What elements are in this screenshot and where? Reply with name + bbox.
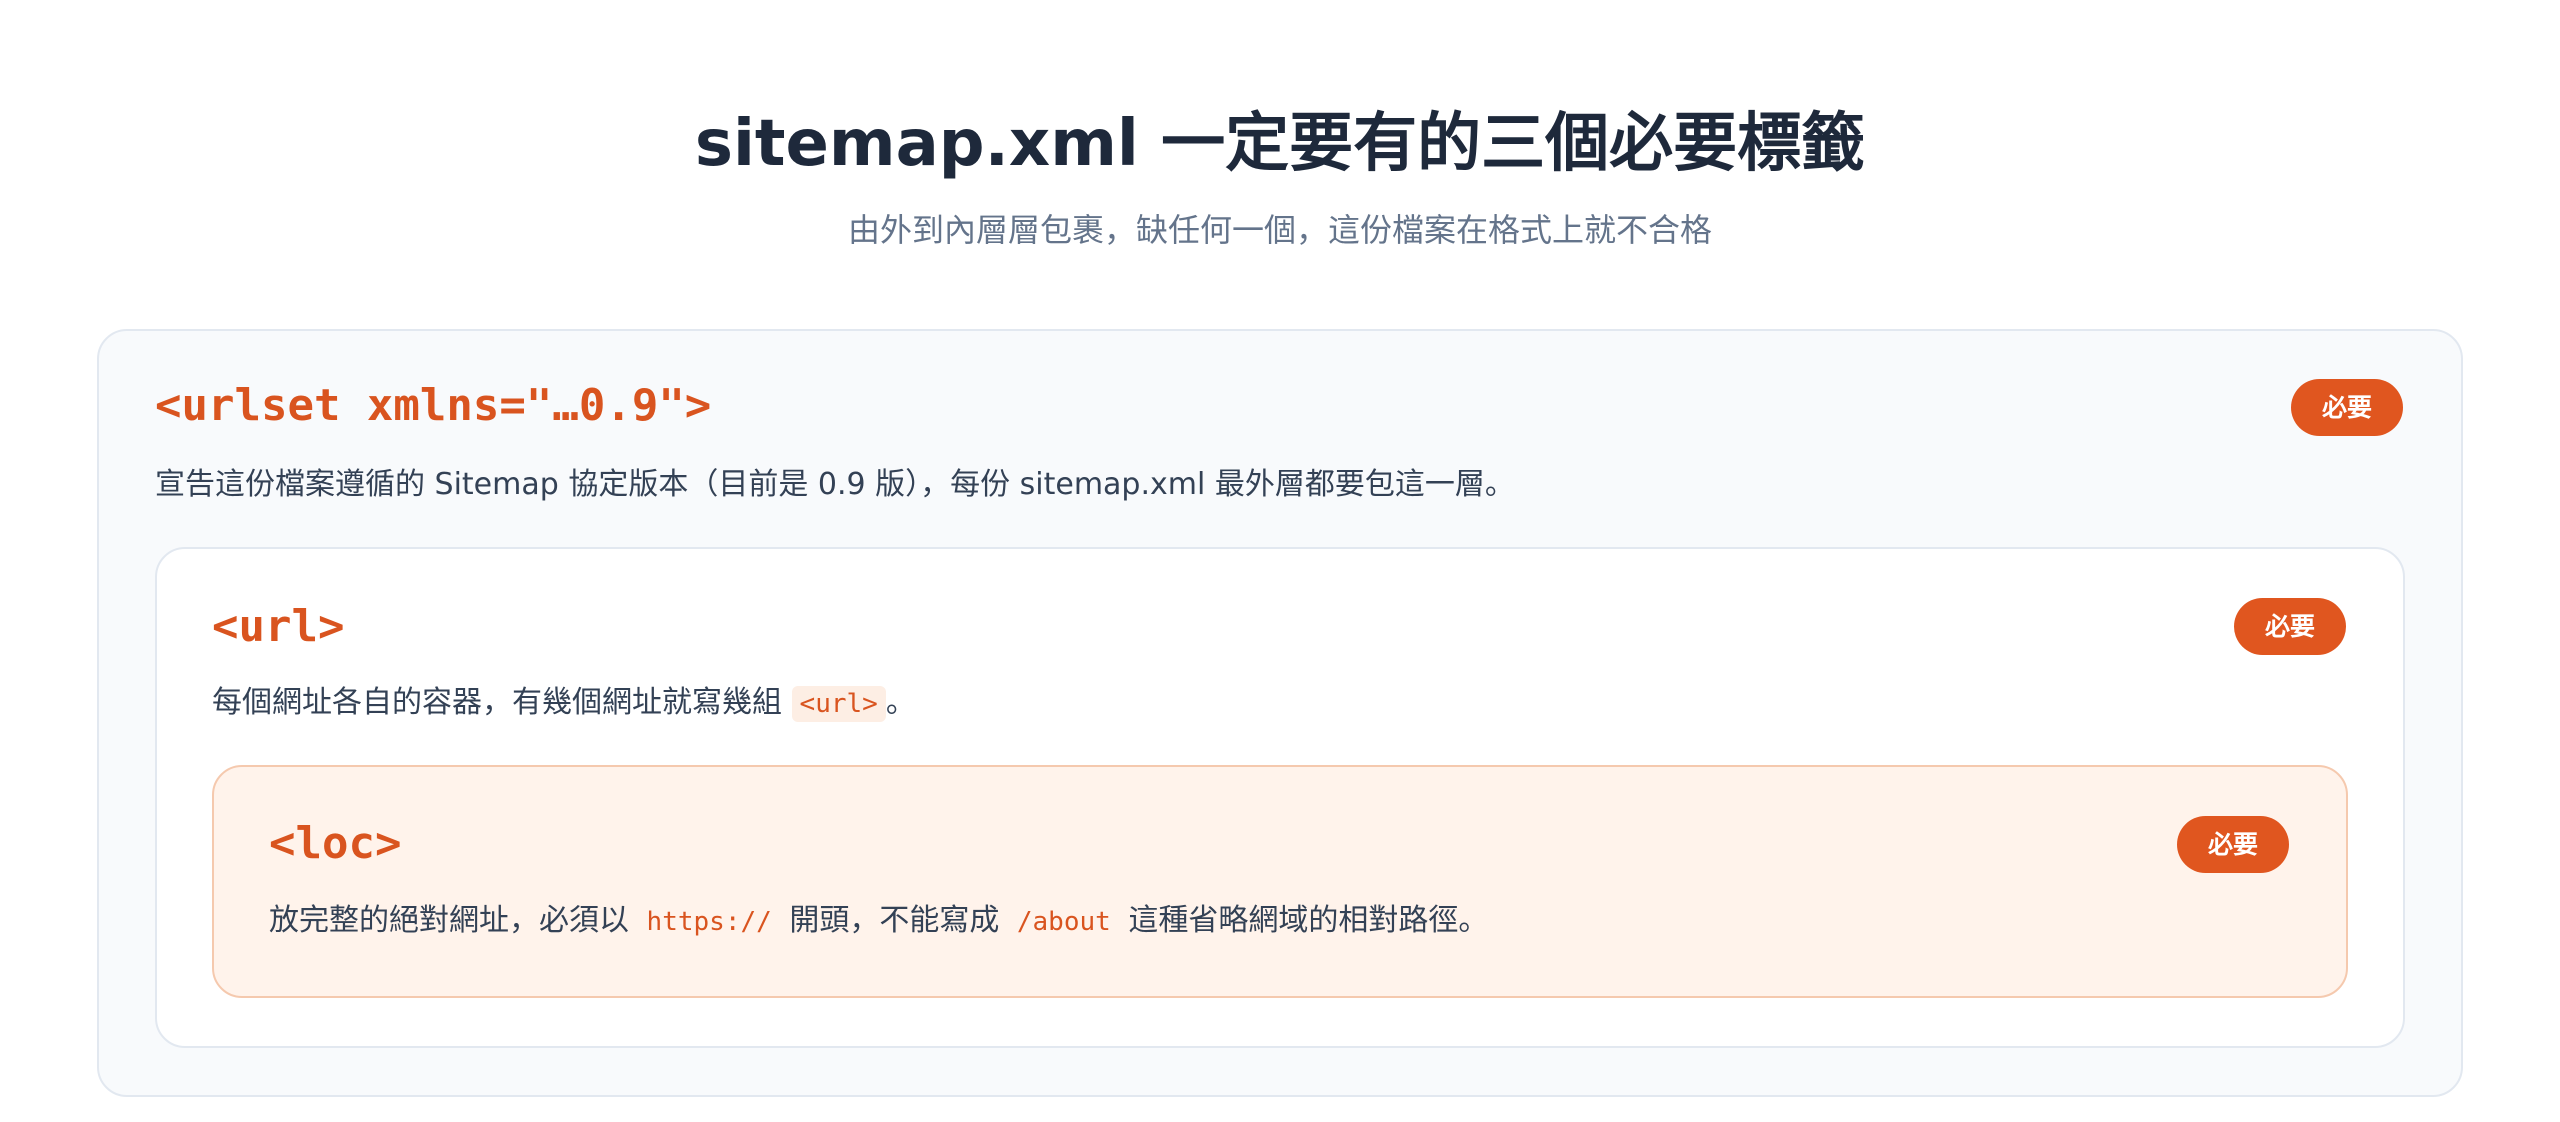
urlset-description: 宣告這份檔案遵循的 Sitemap 協定版本（目前是 0.9 版），每份 sit… xyxy=(155,467,1515,502)
url-inline-code: <url> xyxy=(791,686,886,722)
loc-description-part2: 開頭，不能寫成 xyxy=(789,903,1000,938)
loc-tag-name: <loc> xyxy=(269,818,402,869)
loc-description-part3: 這種省略網域的相對路徑。 xyxy=(1128,903,1489,938)
loc-https-code: https:// xyxy=(646,907,772,937)
page-subtitle: 由外到內層層包裹，缺任何一個，這份檔案在格式上就不合格 xyxy=(847,211,1712,249)
loc-description: 放完整的絕對網址，必須以 https:// 開頭，不能寫成 /about 這種省… xyxy=(269,898,1488,945)
loc-required-badge: 必要 xyxy=(2177,816,2289,873)
page-title: sitemap.xml 一定要有的三個必要標籤 xyxy=(694,107,1866,181)
page: sitemap.xml 一定要有的三個必要標籤 由外到內層層包裹，缺任何一個，這… xyxy=(0,0,2560,1122)
url-required-badge: 必要 xyxy=(2234,598,2346,655)
urlset-tag-name: <urlset xmlns="…0.9"> xyxy=(155,380,712,431)
url-description-text: 每個網址各自的容器，有幾個網址就寫幾組 xyxy=(212,685,782,720)
loc-card xyxy=(212,765,2348,998)
urlset-required-badge: 必要 xyxy=(2291,379,2403,436)
url-description: 每個網址各自的容器，有幾個網址就寫幾組 <url>。 xyxy=(212,680,916,727)
loc-about-code: /about xyxy=(1016,907,1111,937)
url-tag-name: <url> xyxy=(212,601,345,652)
url-description-end: 。 xyxy=(885,685,916,720)
loc-description-part1: 放完整的絕對網址，必須以 xyxy=(269,903,629,938)
